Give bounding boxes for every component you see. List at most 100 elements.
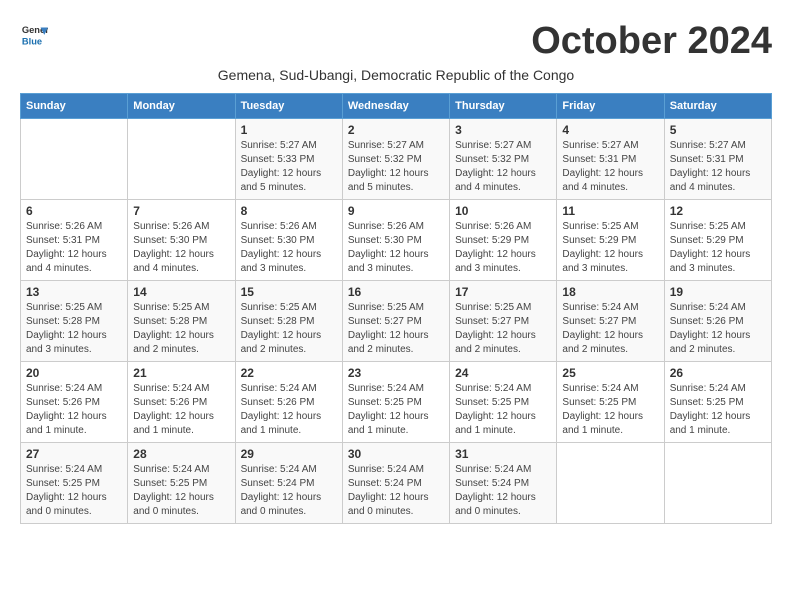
day-number: 21 [133, 366, 229, 380]
logo: General Blue [20, 20, 48, 48]
calendar-table: SundayMondayTuesdayWednesdayThursdayFrid… [20, 93, 772, 524]
day-info: Sunrise: 5:27 AM Sunset: 5:32 PM Dayligh… [455, 139, 551, 195]
day-cell: 11 Sunrise: 5:25 AM Sunset: 5:29 PM Dayli… [557, 200, 664, 281]
day-cell: 12Sunrise: 5:25 AM Sunset: 5:29 PM Dayli… [664, 200, 771, 281]
day-number: 13 [26, 285, 122, 299]
day-number: 15 [241, 285, 337, 299]
day-cell: 7 Sunrise: 5:26 AM Sunset: 5:30 PM Daylig… [128, 200, 235, 281]
day-cell: 17 Sunrise: 5:25 AM Sunset: 5:27 PM Dayli… [450, 281, 557, 362]
day-info: Sunrise: 5:24 AM Sunset: 5:24 PM Dayligh… [241, 463, 337, 519]
day-cell: 21 Sunrise: 5:24 AM Sunset: 5:26 PM Dayli… [128, 362, 235, 443]
day-number: 6 [26, 204, 122, 218]
day-info: Sunrise: 5:24 AM Sunset: 5:24 PM Dayligh… [348, 463, 444, 519]
day-info: Sunrise: 5:25 AM Sunset: 5:28 PM Dayligh… [241, 301, 337, 357]
day-cell [21, 119, 128, 200]
svg-text:Blue: Blue [22, 36, 42, 46]
day-cell: 23 Sunrise: 5:24 AM Sunset: 5:25 PM Dayli… [342, 362, 449, 443]
day-cell: 4 Sunrise: 5:27 AM Sunset: 5:31 PM Daylig… [557, 119, 664, 200]
subtitle: Gemena, Sud-Ubangi, Democratic Republic … [20, 67, 772, 83]
day-info: Sunrise: 5:27 AM Sunset: 5:31 PM Dayligh… [562, 139, 658, 195]
day-number: 8 [241, 204, 337, 218]
day-info: Sunrise: 5:24 AM Sunset: 5:26 PM Dayligh… [670, 301, 766, 357]
week-row-4: 20 Sunrise: 5:24 AM Sunset: 5:26 PM Dayli… [21, 362, 772, 443]
week-row-3: 13 Sunrise: 5:25 AM Sunset: 5:28 PM Dayli… [21, 281, 772, 362]
col-header-thursday: Thursday [450, 94, 557, 119]
day-number: 31 [455, 447, 551, 461]
day-cell: 14 Sunrise: 5:25 AM Sunset: 5:28 PM Dayli… [128, 281, 235, 362]
day-cell: 8 Sunrise: 5:26 AM Sunset: 5:30 PM Daylig… [235, 200, 342, 281]
day-number: 18 [562, 285, 658, 299]
day-info: Sunrise: 5:24 AM Sunset: 5:25 PM Dayligh… [133, 463, 229, 519]
col-header-monday: Monday [128, 94, 235, 119]
day-info: Sunrise: 5:27 AM Sunset: 5:32 PM Dayligh… [348, 139, 444, 195]
day-number: 24 [455, 366, 551, 380]
day-cell [557, 443, 664, 524]
day-cell: 16 Sunrise: 5:25 AM Sunset: 5:27 PM Dayli… [342, 281, 449, 362]
day-info: Sunrise: 5:24 AM Sunset: 5:27 PM Dayligh… [562, 301, 658, 357]
day-number: 22 [241, 366, 337, 380]
day-info: Sunrise: 5:25 AM Sunset: 5:27 PM Dayligh… [348, 301, 444, 357]
day-number: 1 [241, 123, 337, 137]
day-cell: 19 Sunrise: 5:24 AM Sunset: 5:26 PM Dayli… [664, 281, 771, 362]
day-number: 3 [455, 123, 551, 137]
day-number: 30 [348, 447, 444, 461]
day-info: Sunrise: 5:26 AM Sunset: 5:30 PM Dayligh… [133, 220, 229, 276]
month-title: October 2024 [531, 20, 772, 63]
day-number: 17 [455, 285, 551, 299]
header: General Blue October 2024 [20, 20, 772, 63]
day-cell: 28 Sunrise: 5:24 AM Sunset: 5:25 PM Dayli… [128, 443, 235, 524]
col-header-sunday: Sunday [21, 94, 128, 119]
day-info: Sunrise: 5:26 AM Sunset: 5:31 PM Dayligh… [26, 220, 122, 276]
day-cell: 6 Sunrise: 5:26 AM Sunset: 5:31 PM Daylig… [21, 200, 128, 281]
day-info: Sunrise: 5:24 AM Sunset: 5:25 PM Dayligh… [348, 382, 444, 438]
day-number: 16 [348, 285, 444, 299]
day-number: 7 [133, 204, 229, 218]
day-info: Sunrise: 5:27 AM Sunset: 5:31 PM Dayligh… [670, 139, 766, 195]
day-info: Sunrise: 5:24 AM Sunset: 5:25 PM Dayligh… [26, 463, 122, 519]
day-info: Sunrise: 5:26 AM Sunset: 5:30 PM Dayligh… [241, 220, 337, 276]
day-info: Sunrise: 5:25 AM Sunset: 5:28 PM Dayligh… [26, 301, 122, 357]
day-number: 2 [348, 123, 444, 137]
day-info: Sunrise: 5:24 AM Sunset: 5:26 PM Dayligh… [241, 382, 337, 438]
day-info: Sunrise: 5:25 AM Sunset: 5:29 PM Dayligh… [562, 220, 658, 276]
day-number: 4 [562, 123, 658, 137]
day-info: Sunrise: 5:24 AM Sunset: 5:25 PM Dayligh… [562, 382, 658, 438]
day-number: 20 [26, 366, 122, 380]
day-number: 12 [670, 204, 766, 218]
day-cell: 30 Sunrise: 5:24 AM Sunset: 5:24 PM Dayli… [342, 443, 449, 524]
day-info: Sunrise: 5:25 AM Sunset: 5:28 PM Dayligh… [133, 301, 229, 357]
day-cell: 27 Sunrise: 5:24 AM Sunset: 5:25 PM Dayli… [21, 443, 128, 524]
week-row-1: 1Sunrise: 5:27 AM Sunset: 5:33 PM Daylig… [21, 119, 772, 200]
col-header-tuesday: Tuesday [235, 94, 342, 119]
day-info: Sunrise: 5:25 AM Sunset: 5:27 PM Dayligh… [455, 301, 551, 357]
day-cell: 24Sunrise: 5:24 AM Sunset: 5:25 PM Dayli… [450, 362, 557, 443]
day-info: Sunrise: 5:24 AM Sunset: 5:26 PM Dayligh… [133, 382, 229, 438]
day-cell: 5 Sunrise: 5:27 AM Sunset: 5:31 PM Daylig… [664, 119, 771, 200]
day-number: 23 [348, 366, 444, 380]
day-cell: 20Sunrise: 5:24 AM Sunset: 5:26 PM Dayli… [21, 362, 128, 443]
day-cell: 25Sunrise: 5:24 AM Sunset: 5:25 PM Dayli… [557, 362, 664, 443]
day-info: Sunrise: 5:24 AM Sunset: 5:25 PM Dayligh… [670, 382, 766, 438]
day-number: 5 [670, 123, 766, 137]
day-number: 19 [670, 285, 766, 299]
day-number: 28 [133, 447, 229, 461]
day-cell [664, 443, 771, 524]
col-header-saturday: Saturday [664, 94, 771, 119]
day-number: 14 [133, 285, 229, 299]
day-info: Sunrise: 5:24 AM Sunset: 5:24 PM Dayligh… [455, 463, 551, 519]
day-info: Sunrise: 5:26 AM Sunset: 5:30 PM Dayligh… [348, 220, 444, 276]
day-number: 11 [562, 204, 658, 218]
day-cell: 13 Sunrise: 5:25 AM Sunset: 5:28 PM Dayli… [21, 281, 128, 362]
week-row-5: 27 Sunrise: 5:24 AM Sunset: 5:25 PM Dayli… [21, 443, 772, 524]
day-cell: 18 Sunrise: 5:24 AM Sunset: 5:27 PM Dayli… [557, 281, 664, 362]
col-header-wednesday: Wednesday [342, 94, 449, 119]
day-cell: 9Sunrise: 5:26 AM Sunset: 5:30 PM Daylig… [342, 200, 449, 281]
week-row-2: 6 Sunrise: 5:26 AM Sunset: 5:31 PM Daylig… [21, 200, 772, 281]
day-cell: 1Sunrise: 5:27 AM Sunset: 5:33 PM Daylig… [235, 119, 342, 200]
col-header-friday: Friday [557, 94, 664, 119]
day-cell: 15 Sunrise: 5:25 AM Sunset: 5:28 PM Dayli… [235, 281, 342, 362]
day-number: 27 [26, 447, 122, 461]
day-cell: 31 Sunrise: 5:24 AM Sunset: 5:24 PM Dayli… [450, 443, 557, 524]
day-number: 10 [455, 204, 551, 218]
day-cell: 29Sunrise: 5:24 AM Sunset: 5:24 PM Dayli… [235, 443, 342, 524]
